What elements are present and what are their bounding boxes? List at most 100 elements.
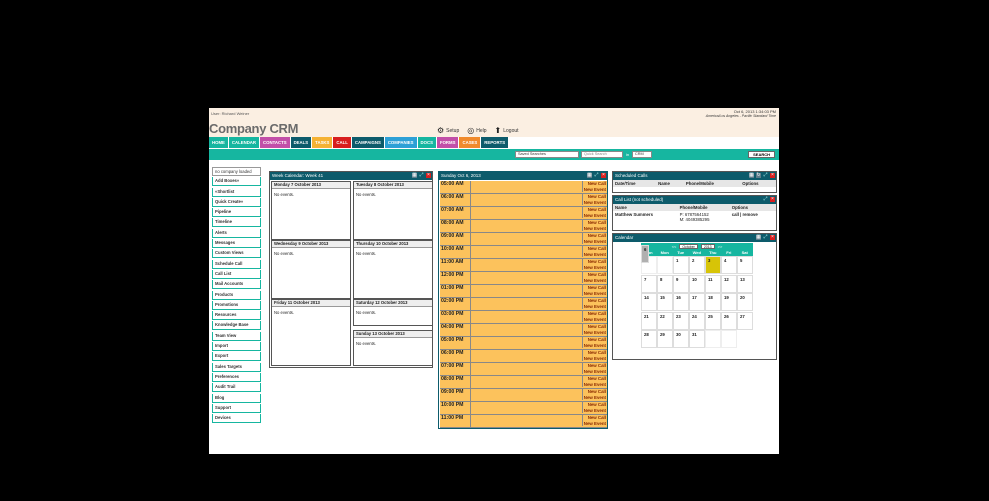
calendar-day[interactable]: 30 bbox=[673, 330, 689, 348]
calendar-day[interactable]: 7 bbox=[641, 274, 657, 293]
calendar-day[interactable]: 21 bbox=[641, 311, 657, 330]
new-event-link[interactable]: New Event bbox=[584, 226, 606, 232]
nav-tab-docs[interactable]: DOCS bbox=[417, 137, 436, 148]
calendar-day[interactable]: 27 bbox=[737, 311, 753, 330]
calendar-day[interactable]: 2 bbox=[689, 256, 705, 274]
new-event-link[interactable]: New Event bbox=[584, 304, 606, 310]
sidebar-item[interactable]: Messages bbox=[212, 239, 261, 249]
sidebar-item[interactable]: Resources bbox=[212, 311, 261, 321]
sidebar-item[interactable]: Custom Views bbox=[212, 249, 261, 259]
new-call-link[interactable]: New Call bbox=[584, 324, 606, 330]
sidebar-item[interactable]: Mail Accounts bbox=[212, 280, 261, 290]
sidebar-item[interactable]: Blog bbox=[212, 393, 261, 403]
hour-row[interactable]: 10:00 AM New Call New Event bbox=[440, 246, 607, 259]
hour-row[interactable]: 09:00 PM New Call New Event bbox=[440, 389, 607, 402]
new-call-link[interactable]: New Call bbox=[584, 259, 606, 265]
sidebar-item[interactable]: Pipeline bbox=[212, 208, 261, 218]
nav-tab-tasks[interactable]: TASKS bbox=[312, 137, 333, 148]
call-options[interactable]: call | remove bbox=[730, 211, 776, 223]
refresh-icon[interactable]: ↻ bbox=[756, 173, 761, 178]
hour-row[interactable]: 07:00 PM New Call New Event bbox=[440, 363, 607, 376]
new-call-link[interactable]: New Call bbox=[584, 389, 606, 395]
sidebar-item[interactable]: «Shortlist bbox=[212, 187, 261, 197]
day-box[interactable]: Wednesday 9 October 2013 No events. bbox=[271, 240, 351, 299]
new-event-link[interactable]: New Event bbox=[584, 252, 606, 258]
nav-tab-forms[interactable]: FORMS bbox=[436, 137, 459, 148]
sidebar-item[interactable]: Knowledge Base bbox=[212, 321, 261, 331]
nav-tab-calendar[interactable]: CALENDAR bbox=[228, 137, 260, 148]
sidebar-item[interactable]: Call List bbox=[212, 269, 261, 279]
sidebar-item[interactable]: Add Boxes» bbox=[212, 177, 261, 187]
new-event-link[interactable]: New Event bbox=[584, 330, 606, 336]
nav-tab-contacts[interactable]: CONTACTS bbox=[260, 137, 290, 148]
new-event-link[interactable]: New Event bbox=[584, 265, 606, 271]
day-box[interactable]: Friday 11 October 2013 No events. bbox=[271, 299, 351, 366]
calendar-day[interactable]: 19 bbox=[721, 293, 737, 311]
new-event-link[interactable]: New Event bbox=[584, 187, 606, 193]
new-event-link[interactable]: New Event bbox=[584, 421, 606, 427]
sidebar-item[interactable]: Promotions bbox=[212, 300, 261, 310]
hour-row[interactable]: 04:00 PM New Call New Event bbox=[440, 324, 607, 337]
sidebar-item[interactable]: Team View bbox=[212, 331, 261, 341]
sidebar-item[interactable]: Alerts bbox=[212, 228, 261, 238]
calendar-day[interactable]: 13 bbox=[737, 274, 753, 293]
new-call-link[interactable]: New Call bbox=[584, 272, 606, 278]
day-box[interactable]: Sunday 13 October 2013 No events. bbox=[353, 330, 433, 366]
new-call-link[interactable]: New Call bbox=[584, 311, 606, 317]
sidebar-item[interactable]: Quick Create» bbox=[212, 197, 261, 207]
new-call-link[interactable]: New Call bbox=[584, 402, 606, 408]
new-call-link[interactable]: New Call bbox=[584, 337, 606, 343]
sidebar-item[interactable]: Import bbox=[212, 342, 261, 352]
nav-tab-cases[interactable]: CASES bbox=[459, 137, 481, 148]
new-call-link[interactable]: New Call bbox=[584, 246, 606, 252]
expand-icon[interactable]: ⤢ bbox=[419, 173, 424, 178]
new-event-link[interactable]: New Event bbox=[584, 317, 606, 323]
sidebar-item[interactable]: Schedule Call bbox=[212, 259, 261, 269]
saved-searches-select[interactable]: Saved Searches bbox=[515, 151, 579, 158]
hour-row[interactable]: 01:00 PM New Call New Event bbox=[440, 285, 607, 298]
calendar-day[interactable]: 12 bbox=[721, 274, 737, 293]
calendar-day[interactable]: 26 bbox=[721, 311, 737, 330]
close-icon[interactable]: × bbox=[770, 235, 775, 240]
calendar-day[interactable]: 16 bbox=[673, 293, 689, 311]
day-box[interactable]: Monday 7 October 2013 No events. bbox=[271, 181, 351, 240]
calendar-day[interactable]: 29 bbox=[657, 330, 673, 348]
new-call-link[interactable]: New Call bbox=[584, 376, 606, 382]
new-call-link[interactable]: New Call bbox=[584, 220, 606, 226]
new-event-link[interactable]: New Event bbox=[584, 278, 606, 284]
sidebar-item[interactable]: Sales Targets bbox=[212, 362, 261, 372]
close-icon[interactable]: × bbox=[601, 173, 606, 178]
nav-tab-deals[interactable]: DEALS bbox=[290, 137, 312, 148]
sidebar-item[interactable]: Preferences bbox=[212, 372, 261, 382]
new-call-link[interactable]: New Call bbox=[584, 181, 606, 187]
new-call-link[interactable]: New Call bbox=[584, 298, 606, 304]
month-select[interactable]: October bbox=[679, 244, 698, 249]
calendar-day[interactable]: 11 bbox=[705, 274, 721, 293]
sidebar-item[interactable]: Timeline bbox=[212, 218, 261, 228]
calendar-day[interactable]: 28 bbox=[641, 330, 657, 348]
calendar-day[interactable]: 6 bbox=[641, 245, 650, 263]
hour-row[interactable]: 02:00 PM New Call New Event bbox=[440, 298, 607, 311]
new-event-link[interactable]: New Event bbox=[584, 382, 606, 388]
new-event-link[interactable]: New Event bbox=[584, 356, 606, 362]
nav-tab-campaigns[interactable]: CAMPAIGNS bbox=[351, 137, 384, 148]
hour-row[interactable]: 10:00 PM New Call New Event bbox=[440, 402, 607, 415]
new-event-link[interactable]: New Event bbox=[584, 239, 606, 245]
calendar-day[interactable]: 23 bbox=[673, 311, 689, 330]
setup-link[interactable]: ⚙ Setup bbox=[437, 126, 459, 135]
sidebar-item[interactable]: Devices bbox=[212, 414, 261, 424]
close-icon[interactable]: × bbox=[426, 173, 431, 178]
new-event-link[interactable]: New Event bbox=[584, 395, 606, 401]
expand-icon[interactable]: ⤢ bbox=[763, 197, 768, 202]
new-event-link[interactable]: New Event bbox=[584, 200, 606, 206]
day-box[interactable]: Thursday 10 October 2013 No events. bbox=[353, 240, 433, 299]
new-call-link[interactable]: New Call bbox=[584, 415, 606, 421]
next-month-button[interactable]: >> bbox=[718, 244, 723, 249]
calendar-day[interactable]: 10 bbox=[689, 274, 705, 293]
calendar-day[interactable]: 14 bbox=[641, 293, 657, 311]
new-call-link[interactable]: New Call bbox=[584, 285, 606, 291]
hour-row[interactable]: 07:00 AM New Call New Event bbox=[440, 207, 607, 220]
new-event-link[interactable]: New Event bbox=[584, 213, 606, 219]
hour-row[interactable]: 05:00 PM New Call New Event bbox=[440, 337, 607, 350]
expand-icon[interactable]: ⤢ bbox=[763, 173, 768, 178]
